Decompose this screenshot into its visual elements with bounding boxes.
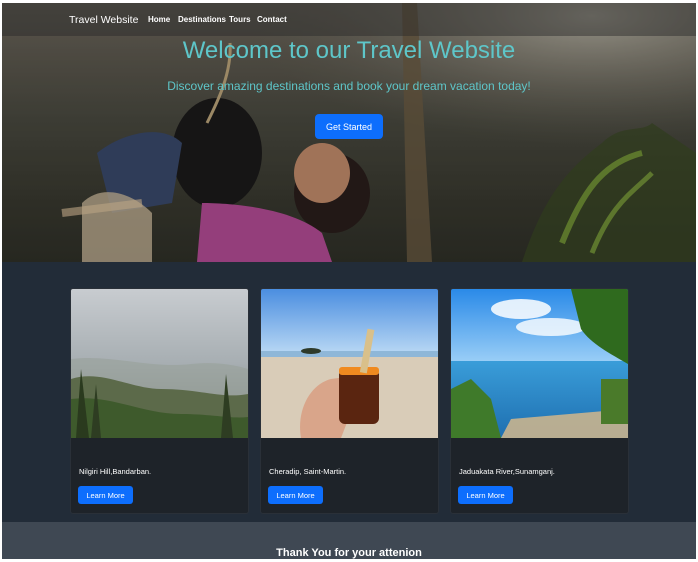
destination-card: Jaduakata River,Sunamganj. Learn More bbox=[450, 288, 629, 514]
nav-link-destinations[interactable]: Destinations bbox=[178, 15, 226, 24]
brand-logo-text[interactable]: Travel Website bbox=[69, 14, 138, 26]
destination-card: Cheradip, Saint-Martin. Learn More bbox=[260, 288, 439, 514]
card-title: Cheradip, Saint-Martin. bbox=[269, 467, 347, 476]
nav-link-tours[interactable]: Tours bbox=[229, 15, 251, 24]
navbar: Travel Website Home Destinations Tours C… bbox=[2, 3, 696, 36]
card-image-nilgiri bbox=[71, 289, 248, 438]
footer: Thank You for your attenion bbox=[2, 522, 696, 559]
card-title: Nilgiri Hill,Bandarban. bbox=[79, 467, 152, 476]
hero-subtitle: Discover amazing destinations and book y… bbox=[167, 79, 531, 93]
hero-title: Welcome to our Travel Website bbox=[182, 37, 516, 64]
get-started-button[interactable]: Get Started bbox=[315, 114, 383, 139]
nav-link-home[interactable]: Home bbox=[148, 15, 170, 24]
learn-more-button[interactable]: Learn More bbox=[458, 486, 513, 504]
hero-section: Travel Website Home Destinations Tours C… bbox=[2, 3, 696, 262]
destination-card: Nilgiri Hill,Bandarban. Learn More bbox=[70, 288, 249, 514]
page: Travel Website Home Destinations Tours C… bbox=[2, 3, 696, 559]
card-title: Jaduakata River,Sunamganj. bbox=[459, 467, 555, 476]
footer-text: Thank You for your attenion bbox=[276, 547, 422, 559]
card-image-jaduakata bbox=[451, 289, 628, 438]
learn-more-button[interactable]: Learn More bbox=[78, 486, 133, 504]
nav-link-contact[interactable]: Contact bbox=[257, 15, 287, 24]
card-image-cheradip bbox=[261, 289, 438, 438]
learn-more-button[interactable]: Learn More bbox=[268, 486, 323, 504]
